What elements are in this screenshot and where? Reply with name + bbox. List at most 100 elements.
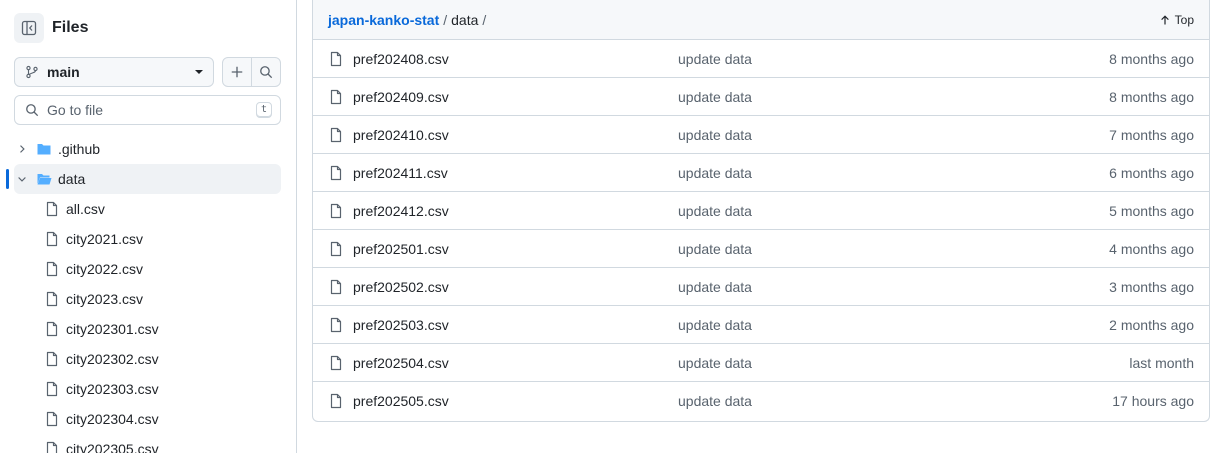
scroll-top-label: Top — [1174, 12, 1194, 27]
file-icon — [44, 381, 60, 397]
tree-item-label: .github — [58, 141, 101, 157]
file-name-link[interactable]: pref202502.csv — [353, 279, 678, 295]
file-icon — [44, 351, 60, 367]
branch-selector-button[interactable]: main — [14, 57, 214, 87]
file-name-link[interactable]: pref202503.csv — [353, 317, 678, 333]
scroll-top-button[interactable]: Top — [1159, 13, 1194, 27]
file-icon — [328, 317, 344, 333]
tree-file-item[interactable]: city202304.csv — [0, 404, 296, 434]
file-row: pref202503.csv update data 2 months ago — [313, 306, 1209, 344]
directory-listing: japan-kanko-stat / data / Top pref202408… — [312, 0, 1210, 422]
file-icon — [328, 127, 344, 143]
file-row: pref202408.csv update data 8 months ago — [313, 40, 1209, 78]
file-icon — [328, 393, 344, 409]
file-icon — [44, 231, 60, 247]
file-icon — [328, 203, 344, 219]
search-files-button[interactable] — [251, 58, 280, 86]
tree-file-item[interactable]: city202303.csv — [0, 374, 296, 404]
file-row: pref202412.csv update data 5 months ago — [313, 192, 1209, 230]
commit-time: 8 months ago — [1109, 88, 1194, 105]
file-name-link[interactable]: pref202409.csv — [353, 89, 678, 105]
plus-icon — [230, 65, 244, 79]
tree-folder-item[interactable]: data — [6, 164, 281, 194]
tree-item-label: city2023.csv — [66, 291, 144, 307]
branch-name: main — [47, 64, 80, 80]
file-name-link[interactable]: pref202505.csv — [353, 393, 678, 409]
commit-time: 2 months ago — [1109, 316, 1194, 333]
commit-message-link[interactable]: update data — [678, 279, 1109, 295]
tree-file-item[interactable]: city202302.csv — [0, 344, 296, 374]
file-icon — [44, 441, 60, 453]
tree-item-label: city202304.csv — [66, 411, 159, 427]
tree-item-label: city202301.csv — [66, 321, 159, 337]
tree-item-label: city202303.csv — [66, 381, 159, 397]
commit-message-link[interactable]: update data — [678, 165, 1109, 181]
file-tree: .github data all.csv city2021.csv city2022.c… — [0, 134, 296, 453]
file-name-link[interactable]: pref202411.csv — [353, 165, 678, 181]
file-name-link[interactable]: pref202410.csv — [353, 127, 678, 143]
tree-file-item[interactable]: city202305.csv — [0, 434, 296, 453]
folder-icon — [36, 141, 52, 157]
commit-message-link[interactable]: update data — [678, 241, 1109, 257]
file-name-link[interactable]: pref202504.csv — [353, 355, 678, 371]
collapse-sidebar-button[interactable] — [14, 13, 44, 43]
breadcrumb: japan-kanko-stat / data / — [328, 12, 1159, 28]
file-icon — [44, 411, 60, 427]
file-row: pref202410.csv update data 7 months ago — [313, 116, 1209, 154]
tree-item-label: data — [58, 171, 86, 187]
chevron-right-icon[interactable] — [14, 141, 30, 157]
commit-message-link[interactable]: update data — [678, 127, 1109, 143]
file-row: pref202502.csv update data 3 months ago — [313, 268, 1209, 306]
file-tree-sidebar: Files main Go to file t .github data all… — [0, 0, 297, 453]
go-to-file-placeholder: Go to file — [47, 102, 104, 118]
file-row: pref202409.csv update data 8 months ago — [313, 78, 1209, 116]
arrow-up-icon — [1159, 14, 1171, 26]
file-icon — [328, 165, 344, 181]
file-row: pref202505.csv update data 17 hours ago — [313, 382, 1209, 420]
tree-item-label: city202302.csv — [66, 351, 159, 367]
folder-open-icon — [36, 171, 52, 187]
search-icon — [259, 65, 273, 79]
tree-file-item[interactable]: city202301.csv — [0, 314, 296, 344]
go-to-file-input[interactable]: Go to file t — [14, 95, 281, 125]
tree-file-item[interactable]: city2022.csv — [0, 254, 296, 284]
file-row: pref202504.csv update data last month — [313, 344, 1209, 382]
directory-header: japan-kanko-stat / data / Top — [313, 0, 1209, 40]
tree-item-label: city202305.csv — [66, 441, 159, 453]
commit-message-link[interactable]: update data — [678, 393, 1112, 409]
git-branch-icon — [25, 65, 39, 79]
commit-message-link[interactable]: update data — [678, 203, 1109, 219]
sidebar-title: Files — [52, 19, 89, 36]
file-name-link[interactable]: pref202408.csv — [353, 51, 678, 67]
commit-time: 4 months ago — [1109, 240, 1194, 257]
commit-message-link[interactable]: update data — [678, 89, 1109, 105]
chevron-down-icon — [195, 70, 203, 74]
breadcrumb-current-dir: data — [451, 11, 479, 28]
tree-file-item[interactable]: city2021.csv — [0, 224, 296, 254]
commit-time: 5 months ago — [1109, 202, 1194, 219]
file-name-link[interactable]: pref202412.csv — [353, 203, 678, 219]
tree-folder-item[interactable]: .github — [0, 134, 296, 164]
file-icon — [44, 261, 60, 277]
tree-file-item[interactable]: city2023.csv — [0, 284, 296, 314]
sidebar-collapse-icon — [21, 20, 37, 36]
tree-action-group — [222, 57, 281, 87]
file-icon — [328, 89, 344, 105]
commit-message-link[interactable]: update data — [678, 355, 1129, 371]
commit-message-link[interactable]: update data — [678, 51, 1109, 67]
tree-item-label: all.csv — [66, 201, 105, 217]
file-row: pref202501.csv update data 4 months ago — [313, 230, 1209, 268]
selected-indicator — [6, 169, 9, 189]
chevron-down-icon[interactable] — [14, 171, 30, 187]
commit-time: 3 months ago — [1109, 278, 1194, 295]
file-row: pref202411.csv update data 6 months ago — [313, 154, 1209, 192]
file-icon — [44, 291, 60, 307]
tree-file-item[interactable]: all.csv — [0, 194, 296, 224]
commit-message-link[interactable]: update data — [678, 317, 1109, 333]
commit-time: 8 months ago — [1109, 50, 1194, 67]
file-icon — [44, 201, 60, 217]
keyboard-shortcut-hint: t — [255, 102, 272, 118]
breadcrumb-repo-link[interactable]: japan-kanko-stat — [328, 12, 439, 28]
add-file-button[interactable] — [223, 58, 251, 86]
file-name-link[interactable]: pref202501.csv — [353, 241, 678, 257]
